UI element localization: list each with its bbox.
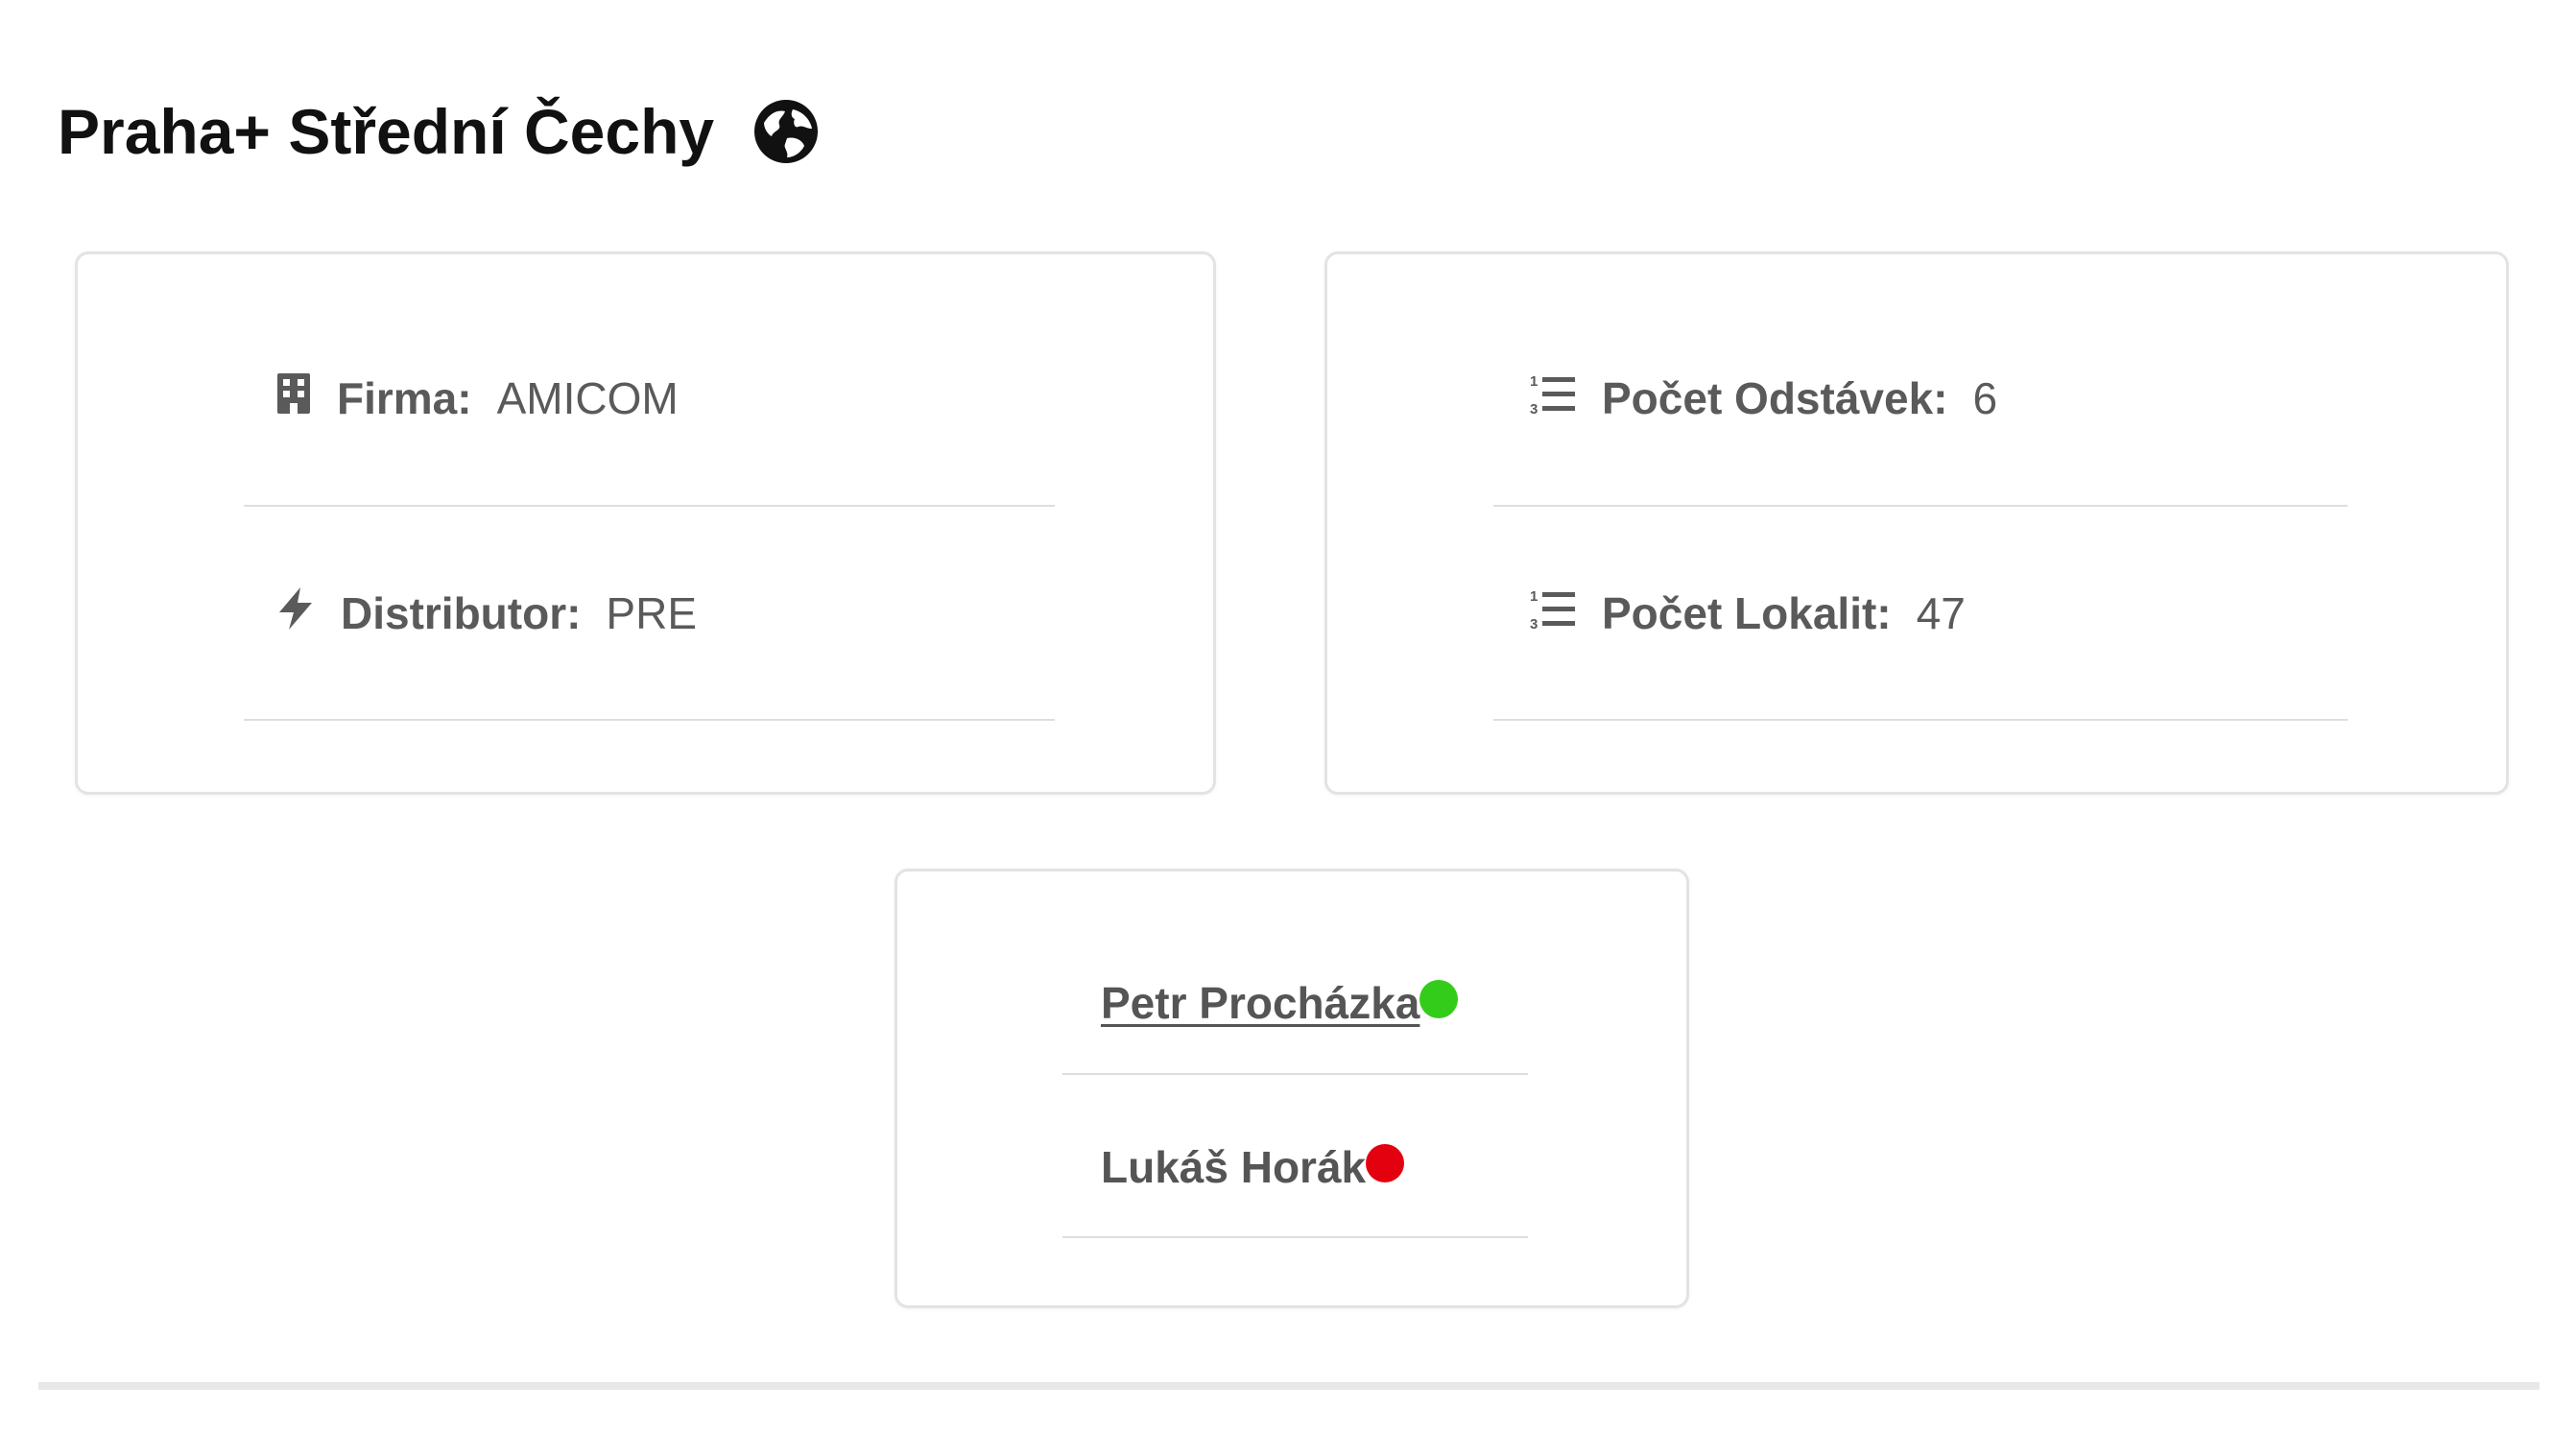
- distributor-value: PRE: [606, 588, 698, 638]
- divider: [244, 719, 1055, 721]
- header: Praha+ Střední Čechy: [58, 88, 822, 175]
- lokality-label: Počet Lokalit:: [1602, 588, 1892, 638]
- firma-label: Firma:: [337, 373, 472, 423]
- firma-row: Firma: AMICOM: [275, 370, 679, 427]
- divider: [1062, 1073, 1528, 1075]
- divider: [1493, 505, 2348, 507]
- odstavky-value: 6: [1972, 373, 1998, 423]
- svg-text:1: 1: [1530, 588, 1538, 605]
- page: Praha+ Střední Čechy Firma: AMICOM Distr…: [0, 0, 2576, 1432]
- svg-text:3: 3: [1530, 616, 1538, 631]
- globe-icon: [751, 96, 822, 167]
- building-icon: [275, 371, 312, 426]
- bolt-icon: [275, 585, 316, 642]
- distributor-label: Distributor:: [341, 588, 582, 638]
- offline-status-dot: [1366, 1144, 1405, 1182]
- stats-card: 1 3 Počet Odstávek: 6 1 3 Počet Lokalit:…: [1324, 251, 2509, 795]
- lokality-value: 47: [1916, 588, 1966, 638]
- person-name: Lukáš Horák: [1101, 1142, 1367, 1192]
- person-name-link[interactable]: Petr Procházka: [1101, 977, 1419, 1029]
- distributor-row: Distributor: PRE: [275, 585, 697, 642]
- divider: [244, 505, 1055, 507]
- divider: [1062, 1236, 1528, 1238]
- page-title: Praha+ Střední Čechy: [58, 96, 715, 167]
- people-card: Petr Procházka Lukáš Horák: [894, 869, 1689, 1308]
- divider: [1493, 719, 2348, 721]
- ordered-list-icon: 1 3: [1529, 371, 1577, 426]
- svg-text:1: 1: [1530, 373, 1538, 390]
- odstavky-label: Počet Odstávek:: [1602, 373, 1948, 423]
- lokality-row: 1 3 Počet Lokalit: 47: [1529, 585, 1966, 642]
- online-status-dot: [1419, 980, 1459, 1018]
- svg-text:3: 3: [1530, 401, 1538, 416]
- firma-value: AMICOM: [496, 373, 679, 423]
- odstavky-row: 1 3 Počet Odstávek: 6: [1529, 370, 1997, 427]
- person-row: Petr Procházka: [1101, 974, 1459, 1032]
- ordered-list-icon: 1 3: [1529, 586, 1577, 641]
- company-info-card: Firma: AMICOM Distributor: PRE: [75, 251, 1216, 795]
- person-row: Lukáš Horák: [1101, 1138, 1405, 1196]
- bottom-divider: [38, 1382, 2540, 1390]
